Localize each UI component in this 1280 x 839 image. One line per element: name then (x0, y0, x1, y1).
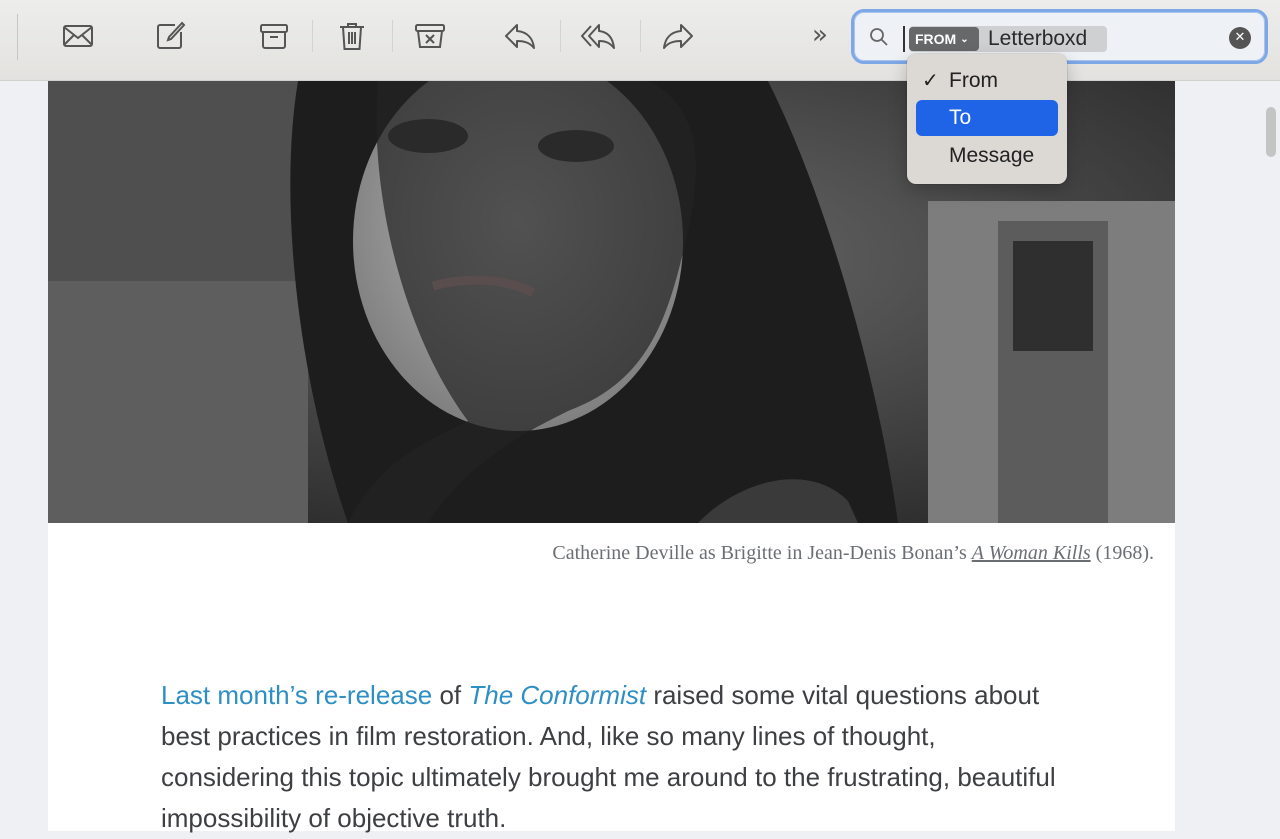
reply-button[interactable] (502, 18, 538, 54)
toolbar-edge-divider (17, 14, 18, 60)
compose-button[interactable] (152, 18, 188, 54)
envelope-icon (63, 25, 93, 47)
menu-item-label: To (949, 106, 972, 129)
compose-icon (157, 21, 186, 49)
caption-film-link[interactable]: A Woman Kills (972, 542, 1091, 564)
clear-search-button[interactable]: ✕ (1229, 27, 1251, 49)
text-cursor (903, 26, 905, 52)
junk-icon (415, 24, 445, 48)
archive-button[interactable] (256, 18, 292, 54)
reply-all-button[interactable] (580, 18, 616, 54)
forward-icon (663, 24, 693, 49)
menu-item-from[interactable]: ✓ From (916, 63, 1058, 99)
token-scope-button[interactable]: FROM ⌄ (909, 27, 979, 51)
image-caption: Catherine Deville as Brigitte in Jean-De… (552, 542, 1154, 565)
toolbar-separator (560, 20, 561, 52)
delete-button[interactable] (334, 18, 370, 54)
checkmark-icon: ✓ (922, 70, 939, 92)
junk-button[interactable] (412, 18, 448, 54)
search-token[interactable]: FROM ⌄ Letterboxd (909, 26, 1107, 52)
caption-prefix: Catherine Deville as Brigitte in Jean-De… (552, 542, 972, 564)
menu-item-label: Message (949, 144, 1035, 167)
reply-icon (505, 24, 535, 49)
menu-item-message[interactable]: Message (916, 138, 1058, 174)
menu-item-to[interactable]: To (916, 100, 1058, 136)
token-text: Letterboxd (988, 27, 1088, 50)
trash-icon (340, 23, 364, 50)
menu-item-label: From (949, 69, 998, 92)
rerelease-link[interactable]: Last month’s re-release (161, 680, 432, 710)
clear-icon: ✕ (1234, 30, 1246, 45)
chevron-down-icon: ⌄ (960, 33, 969, 45)
message-body: Catherine Deville as Brigitte in Jean-De… (48, 81, 1175, 833)
toolbar-separator (640, 20, 641, 52)
token-scope-label: FROM (915, 31, 957, 47)
search-icon (870, 28, 888, 46)
paragraph-text-of: of (432, 680, 469, 710)
article-paragraph: Last month’s re-release of The Conformis… (161, 675, 1061, 839)
toolbar: » FROM ⌄ Letterboxd ✕ (0, 0, 1280, 81)
more-toolbar-items-button[interactable]: » (812, 20, 828, 50)
vertical-scrollbar[interactable] (1262, 81, 1280, 831)
archive-icon (260, 24, 288, 49)
scroll-thumb[interactable] (1266, 107, 1276, 157)
toolbar-separator (312, 20, 313, 52)
conformist-link[interactable]: The Conformist (468, 680, 646, 710)
reply-all-icon (581, 24, 615, 49)
toolbar-separator (392, 20, 393, 52)
caption-suffix: (1968). (1090, 542, 1154, 564)
search-scope-menu: ✓ From To Message (907, 54, 1067, 184)
get-mail-button[interactable] (60, 18, 96, 54)
forward-button[interactable] (660, 18, 696, 54)
